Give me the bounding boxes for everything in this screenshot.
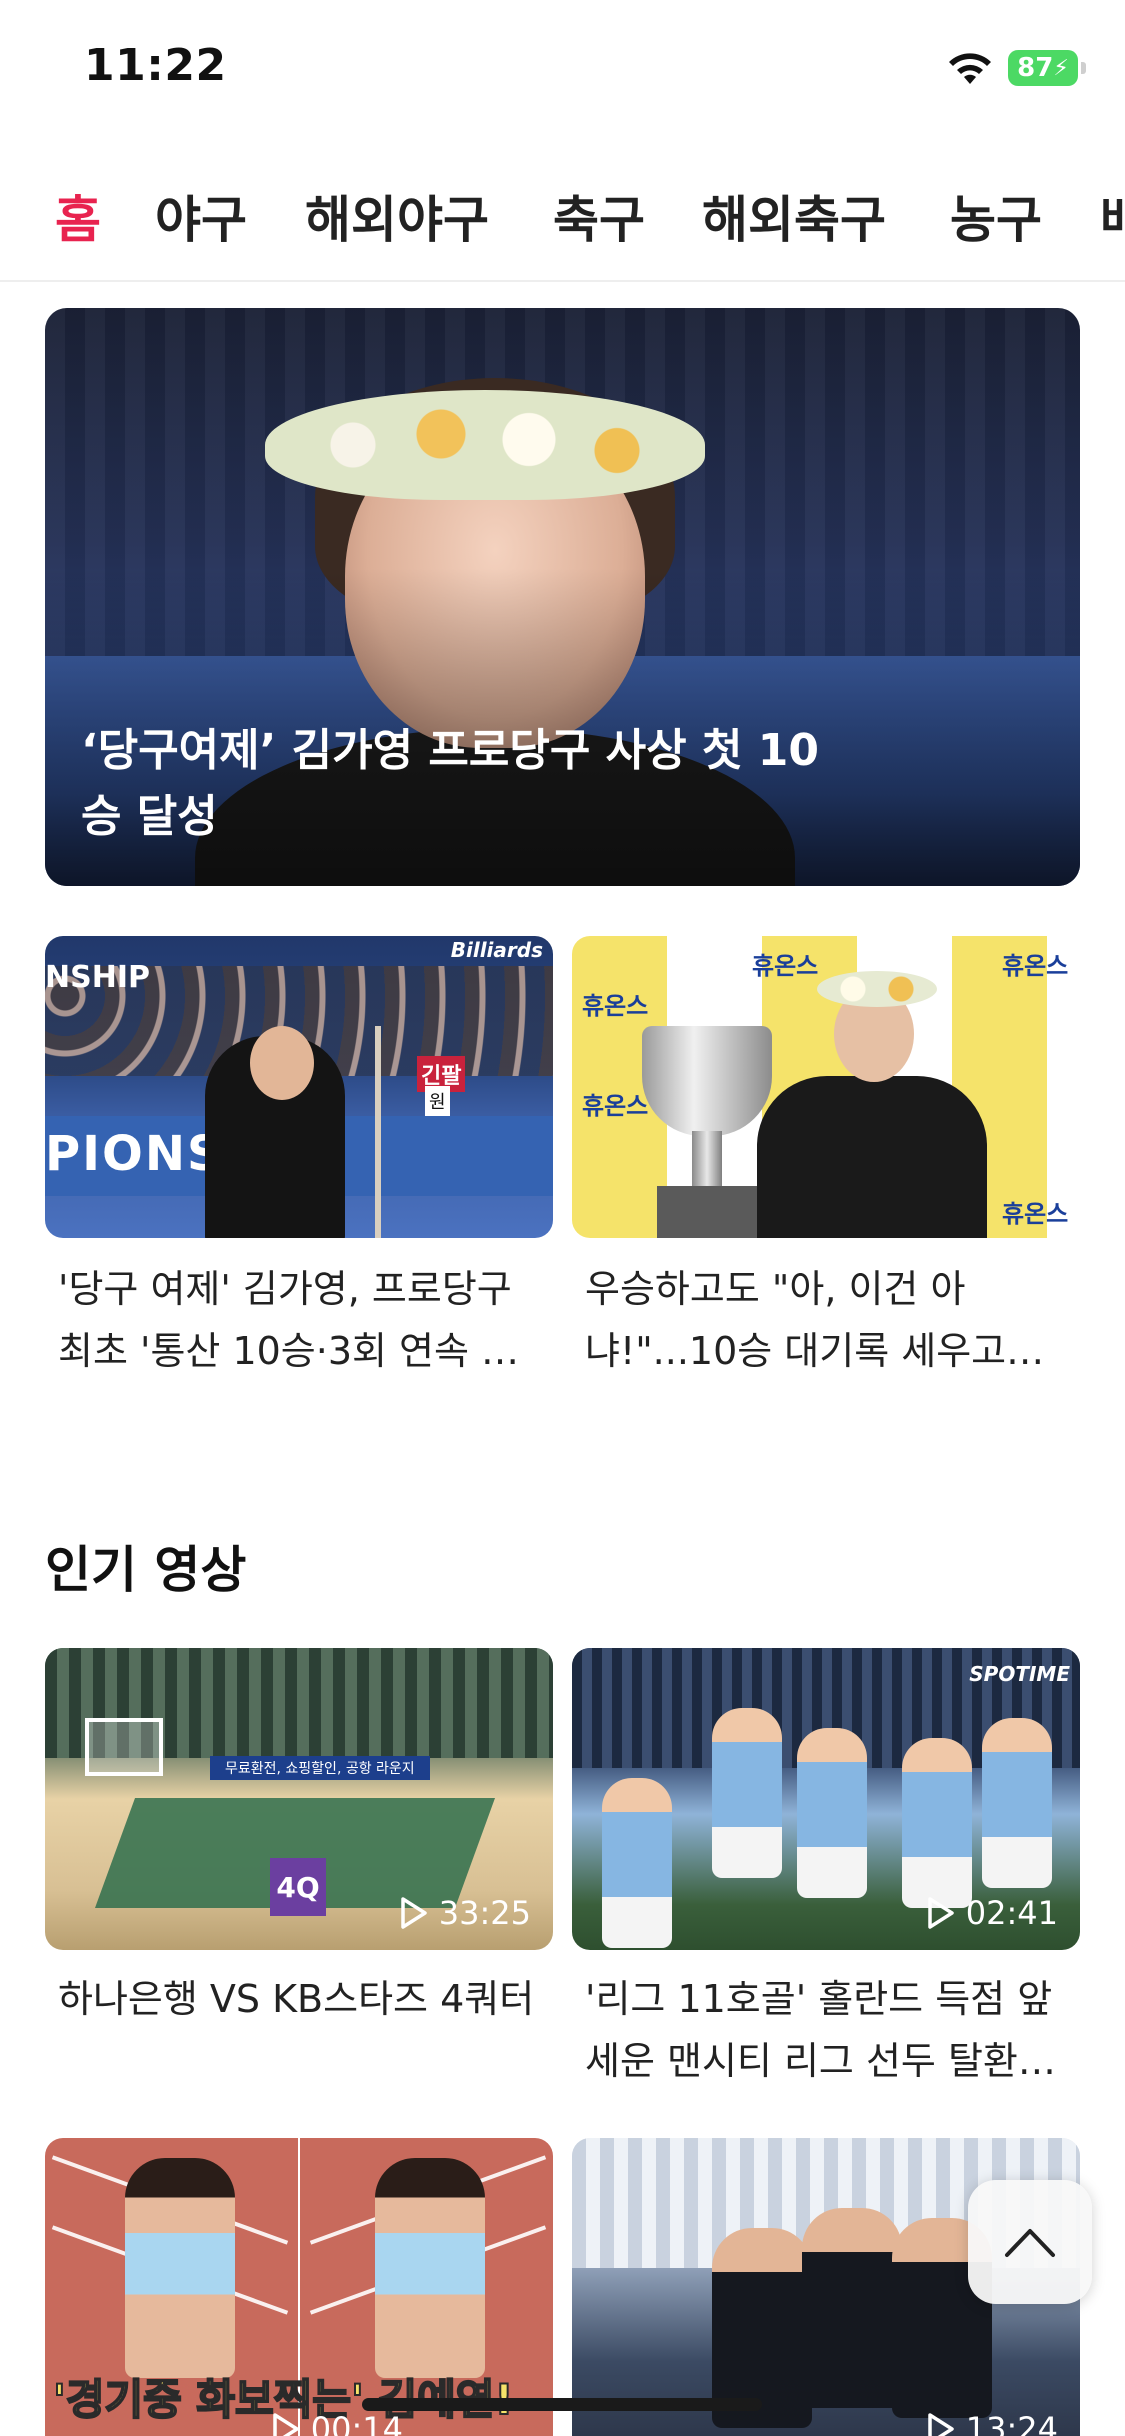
tab-home[interactable]: 홈	[55, 180, 101, 252]
trophy-base-graphic	[657, 1186, 757, 1238]
sponsor-text: 휴온스	[582, 992, 649, 1020]
sponsor-text: 휴온스	[582, 1092, 649, 1120]
video-duration-1: 33:25	[399, 1894, 531, 1932]
tab-soccer[interactable]: 축구	[553, 180, 645, 252]
play-icon	[273, 2413, 299, 2436]
news-thumbnail-2[interactable]: 휴온스 휴온스 휴온스 휴온스 휴온스	[572, 936, 1080, 1238]
battery-icon: 87 ⚡	[1008, 50, 1078, 86]
scroll-to-top-button[interactable]	[968, 2180, 1092, 2304]
screen: 11:22 87 ⚡ 홈 야구 해외야구 축구 해외축구 농구 배 ‘당구여제’…	[0, 0, 1125, 2436]
video-duration-3: 00:14	[271, 2410, 403, 2436]
home-indicator[interactable]	[362, 2398, 762, 2411]
sponsor-text: 휴온스	[1002, 952, 1069, 980]
billiards-logo: Billiards	[450, 938, 543, 962]
news-title-2[interactable]: 우승하고도 "아, 이건 아냐!"...10승 대기록 세우고…	[585, 1258, 1085, 1382]
sponsor-text: 휴온스	[752, 952, 819, 980]
duration-text: 00:14	[310, 2410, 403, 2436]
category-tabs: 홈 야구 해외야구 축구 해외축구 농구 배	[0, 160, 1125, 282]
player-graphic	[802, 2208, 902, 2408]
flower-crown-graphic	[817, 971, 937, 1007]
play-icon	[401, 1897, 427, 1929]
video-thumbnail-3[interactable]: '경기중 화보찍는' 김예연! 00:14	[45, 2138, 553, 2436]
video-title-2[interactable]: '리그 11호골' 홀란드 득점 앞세운 맨시티 리그 선두 탈환…	[585, 1968, 1085, 2092]
banner-top-text: NSHIP	[45, 960, 150, 995]
quarter-badge: 4Q	[270, 1858, 326, 1916]
duration-text: 02:41	[965, 1894, 1058, 1932]
player-graphic	[757, 1076, 987, 1238]
player-graphic	[902, 1738, 972, 1908]
fan-sign-2: 원	[425, 1086, 450, 1116]
news-title-1[interactable]: '당구 여제' 김가영, 프로당구 최초 '통산 10승·3회 연속 …	[58, 1258, 558, 1382]
trophy-stem-graphic	[692, 1131, 722, 1191]
video-duration-2: 02:41	[926, 1894, 1058, 1932]
news-thumbnail-1[interactable]: PIONSHI NSHIP Billiards 긴팔 원	[45, 936, 553, 1238]
video-title-1[interactable]: 하나은행 VS KB스타즈 4쿼터	[58, 1968, 558, 2092]
play-icon	[928, 2413, 954, 2436]
hero-article[interactable]: ‘당구여제’ 김가영 프로당구 사상 첫 10승 달성	[45, 308, 1080, 886]
video-thumbnail-2[interactable]: SPOTIME 02:41	[572, 1648, 1080, 1950]
status-bar: 11:22 87 ⚡	[0, 0, 1125, 140]
player-graphic	[982, 1718, 1052, 1888]
player-graphic	[602, 1778, 672, 1948]
battery-level: 87	[1017, 53, 1054, 83]
ad-board-text: 무료환전, 쇼핑할인, 공항 라운지	[225, 1761, 415, 1777]
charging-bolt-icon: ⚡	[1053, 55, 1069, 81]
hoop-graphic	[85, 1718, 163, 1776]
athlete-graphic	[125, 2158, 235, 2378]
player-graphic	[797, 1728, 867, 1898]
athlete-graphic	[375, 2158, 485, 2378]
duration-text: 33:25	[438, 1894, 531, 1932]
popular-videos-heading: 인기 영상	[45, 1541, 247, 1599]
hero-title: ‘당구여제’ 김가영 프로당구 사상 첫 10승 달성	[81, 725, 819, 842]
wifi-icon	[949, 53, 991, 84]
video-duration-4: 13:24	[926, 2410, 1058, 2436]
tab-baseball[interactable]: 야구	[155, 180, 247, 252]
cue-stick-graphic	[375, 1026, 381, 1238]
chevron-up-icon	[1005, 2229, 1055, 2257]
tab-overseas-soccer[interactable]: 해외축구	[702, 180, 886, 252]
tab-basketball[interactable]: 농구	[950, 180, 1042, 252]
player-graphic	[712, 1708, 782, 1878]
player-head-graphic	[250, 1026, 314, 1100]
duration-text: 13:24	[965, 2410, 1058, 2436]
status-time: 11:22	[84, 40, 227, 91]
battery-tip	[1081, 62, 1086, 74]
spotime-logo: SPOTIME	[969, 1662, 1070, 1686]
video-thumbnail-1[interactable]: 무료환전, 쇼핑할인, 공항 라운지 4Q 33:25	[45, 1648, 553, 1950]
play-icon	[928, 1897, 954, 1929]
trophy-graphic	[642, 1026, 772, 1136]
sponsor-text: 휴온스	[1002, 1200, 1069, 1228]
tab-volleyball[interactable]: 배	[1100, 180, 1125, 252]
tab-overseas-baseball[interactable]: 해외야구	[305, 180, 489, 252]
